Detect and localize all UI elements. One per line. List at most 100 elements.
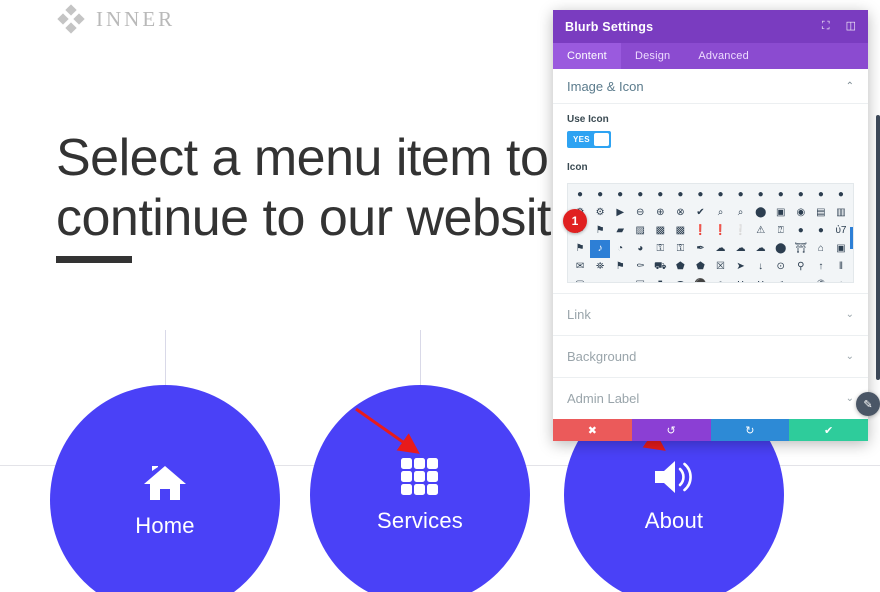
- icon-grid-cell[interactable]: ▭: [590, 276, 610, 283]
- modal-scrollbar[interactable]: [876, 115, 880, 380]
- icon-grid-cell[interactable]: ☁: [751, 240, 771, 258]
- icon-grid-cell[interactable]: ●: [731, 186, 751, 204]
- tab-content[interactable]: Content: [553, 43, 621, 69]
- menu-circle-services[interactable]: Services: [310, 385, 530, 592]
- icon-grid-cell[interactable]: ●: [751, 186, 771, 204]
- chevron-down-icon[interactable]: ⌄: [846, 351, 854, 362]
- save-button[interactable]: ✔: [789, 419, 868, 441]
- icon-grid-cell[interactable]: ⚰: [630, 258, 650, 276]
- icon-grid-cell[interactable]: ◕: [630, 240, 650, 258]
- redo-button[interactable]: ↻: [710, 419, 790, 441]
- icon-grid-cell[interactable]: ●: [811, 222, 831, 240]
- icon-grid-cell[interactable]: ●: [610, 186, 630, 204]
- undo-button[interactable]: ↺: [631, 419, 711, 441]
- icon-grid-cell[interactable]: ⬤: [771, 240, 791, 258]
- icon-grid-cell[interactable]: ⛟: [650, 258, 670, 276]
- icon-grid-cell[interactable]: ●: [590, 186, 610, 204]
- icon-grid-cell[interactable]: ⊕: [650, 204, 670, 222]
- icon-grid-cell[interactable]: ⬟: [690, 258, 710, 276]
- icon-grid-cell[interactable]: ◔: [610, 240, 630, 258]
- icon-grid-cell[interactable]: ⌕: [731, 204, 751, 222]
- icon-grid-cell[interactable]: ▤: [811, 204, 831, 222]
- icon-grid-cell[interactable]: ▨: [630, 222, 650, 240]
- icon-grid-cell[interactable]: ❕: [731, 222, 751, 240]
- icon-grid-cell[interactable]: ◑: [791, 276, 811, 283]
- blurb-settings-modal[interactable]: Blurb Settings ⛶ ◫ Content Design Advanc…: [553, 10, 880, 441]
- icon-grid-cell[interactable]: ●: [650, 186, 670, 204]
- icon-grid-cell[interactable]: ●: [690, 186, 710, 204]
- icon-grid-cell[interactable]: ⌕: [710, 204, 730, 222]
- icon-grid-cell[interactable]: ✉: [570, 258, 590, 276]
- icon-grid-cell[interactable]: ●: [670, 186, 690, 204]
- icon-grid-cell[interactable]: ☒: [710, 258, 730, 276]
- icon-grid-cell[interactable]: ↓: [751, 258, 771, 276]
- icon-grid-cell[interactable]: ⚿: [650, 240, 670, 258]
- icon-grid-cell[interactable]: ⬟: [670, 258, 690, 276]
- icon-grid-scrollbar[interactable]: [850, 227, 853, 249]
- icon-grid-cell[interactable]: ▰: [610, 222, 630, 240]
- icon-grid-cell[interactable]: ▣: [831, 240, 851, 258]
- icon-grid-cell[interactable]: ⚠: [751, 222, 771, 240]
- icon-grid-cell[interactable]: ▤: [630, 276, 650, 283]
- icon-grid-cell[interactable]: ⊙: [771, 258, 791, 276]
- icon-grid-cell[interactable]: ▶: [610, 204, 630, 222]
- icon-grid-cell[interactable]: ●: [570, 186, 590, 204]
- icon-picker[interactable]: ●●●●●●●●●●●●●●⚙⚙▶⊖⊕⊗✔⌕⌕⬤▣◉▤▥⚑⚑▰▨▩▩❗❗❕⚠⍰●…: [553, 179, 868, 293]
- icon-grid-cell[interactable]: ∷: [731, 276, 751, 283]
- icon-grid-cell[interactable]: ▮: [650, 276, 670, 283]
- icon-grid-cell[interactable]: ➤: [731, 258, 751, 276]
- icon-grid-cell[interactable]: ⍰: [771, 222, 791, 240]
- site-logo[interactable]: INNER: [56, 4, 175, 34]
- icon-grid-cell[interactable]: ❗: [710, 222, 730, 240]
- icon-grid-cell[interactable]: ⊗: [670, 204, 690, 222]
- icon-grid-cell[interactable]: ☁: [731, 240, 751, 258]
- icon-grid-cell[interactable]: ▢: [570, 276, 590, 283]
- icon-grid-cell[interactable]: ▩: [650, 222, 670, 240]
- icon-grid-cell[interactable]: ⚑: [610, 258, 630, 276]
- icon-grid-cell[interactable]: ⚙: [590, 204, 610, 222]
- use-icon-toggle[interactable]: YES: [567, 131, 611, 148]
- icon-grid-cell[interactable]: ♫: [771, 276, 791, 283]
- section-image-and-icon[interactable]: Image & Icon ⌃: [553, 69, 868, 104]
- icon-grid-cell[interactable]: ▥: [831, 204, 851, 222]
- icon-grid-cell[interactable]: ⛩: [791, 240, 811, 258]
- icon-grid-cell[interactable]: ⬬: [670, 276, 690, 283]
- icon-grid-cell[interactable]: ●: [771, 186, 791, 204]
- accordion-link[interactable]: Link ⌄: [553, 293, 868, 335]
- icon-grid-cell[interactable]: ✔: [690, 204, 710, 222]
- icon-grid-cell[interactable]: ☁: [710, 240, 730, 258]
- modal-resize-handle[interactable]: ✎: [856, 392, 880, 416]
- icon-grid-cell[interactable]: ❗: [690, 222, 710, 240]
- icon-grid-cell[interactable]: ⚑: [590, 222, 610, 240]
- chevron-down-icon[interactable]: ⌄: [846, 393, 854, 404]
- icon-grid-cell[interactable]: ⚲: [791, 258, 811, 276]
- tab-advanced[interactable]: Advanced: [684, 43, 763, 69]
- icon-grid-cell[interactable]: ●: [811, 186, 831, 204]
- icon-grid-cell[interactable]: ▬: [610, 276, 630, 283]
- icon-grid-cell[interactable]: ‖: [831, 258, 851, 276]
- icon-grid-cell[interactable]: ⊖: [630, 204, 650, 222]
- chevron-up-icon[interactable]: ⌃: [846, 81, 854, 92]
- icon-grid-cell[interactable]: ↑: [811, 258, 831, 276]
- fullscreen-icon[interactable]: ⛶: [822, 21, 830, 32]
- icon-grid-cell[interactable]: ὐ7: [831, 222, 851, 240]
- icon-grid-cell[interactable]: ●: [831, 186, 851, 204]
- icon-grid-cell-selected[interactable]: ♪: [590, 240, 611, 258]
- icon-grid-cell[interactable]: ⚑: [570, 240, 590, 258]
- icon-grid-cell[interactable]: ▣: [771, 204, 791, 222]
- icon-grid-cell[interactable]: ●: [791, 186, 811, 204]
- accordion-admin-label[interactable]: Admin Label ⌄: [553, 377, 868, 419]
- icon-grid-cell[interactable]: ▩: [670, 222, 690, 240]
- icon-grid[interactable]: ●●●●●●●●●●●●●●⚙⚙▶⊖⊕⊗✔⌕⌕⬤▣◉▤▥⚑⚑▰▨▩▩❗❗❕⚠⍰●…: [567, 183, 854, 283]
- menu-circle-home[interactable]: Home: [50, 385, 280, 592]
- layout-panel-icon[interactable]: ◫: [846, 21, 856, 32]
- icon-grid-cell[interactable]: ✆: [811, 276, 831, 283]
- icon-grid-cell[interactable]: ⌂: [811, 240, 831, 258]
- icon-grid-cell[interactable]: ●: [630, 186, 650, 204]
- tab-design[interactable]: Design: [621, 43, 684, 69]
- accordion-background[interactable]: Background ⌄: [553, 335, 868, 377]
- icon-grid-cell[interactable]: ✒: [690, 240, 710, 258]
- icon-grid-cell[interactable]: ⚫: [690, 276, 710, 283]
- chevron-down-icon[interactable]: ⌄: [846, 309, 854, 320]
- icon-grid-cell[interactable]: ●: [710, 186, 730, 204]
